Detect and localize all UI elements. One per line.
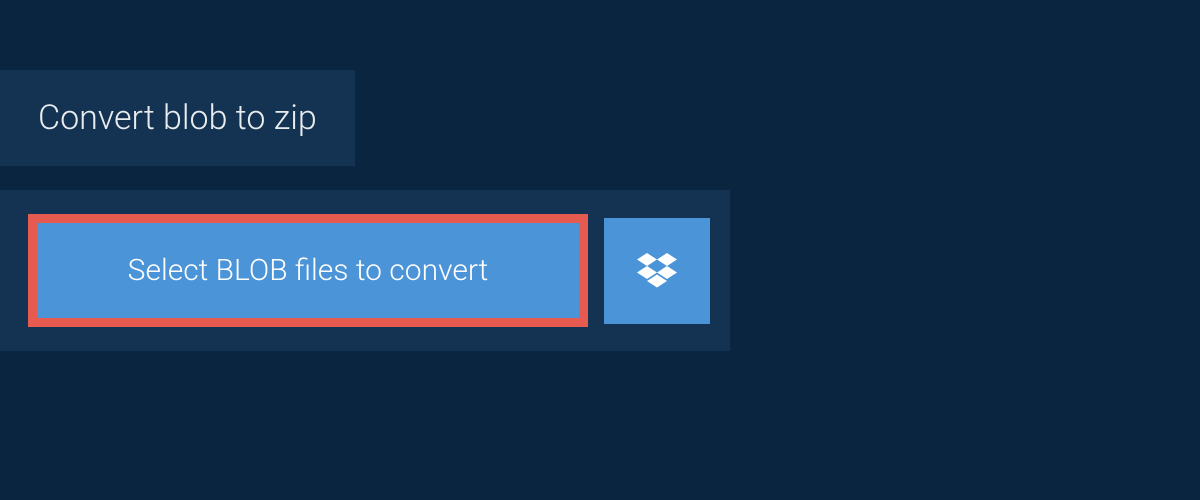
dropbox-button[interactable] bbox=[604, 218, 710, 324]
select-files-button[interactable]: Select BLOB files to convert bbox=[28, 214, 588, 327]
upload-panel: Select BLOB files to convert bbox=[0, 190, 730, 351]
tab-title: Convert blob to zip bbox=[38, 98, 317, 138]
tab-header: Convert blob to zip bbox=[0, 70, 355, 166]
dropbox-icon bbox=[637, 253, 677, 289]
